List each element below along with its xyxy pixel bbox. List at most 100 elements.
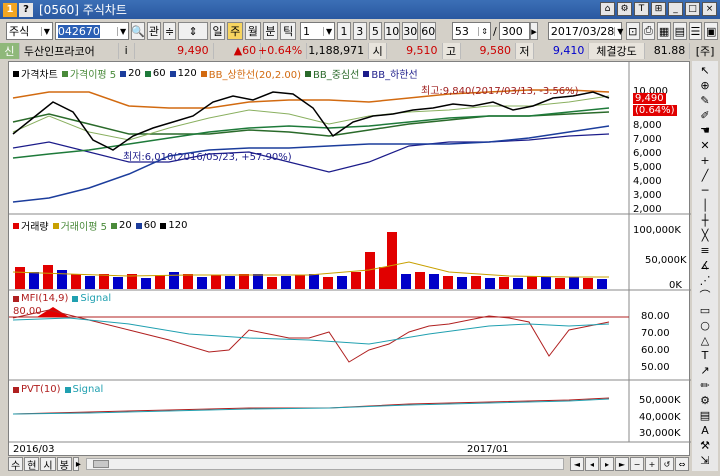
- calendar-icon[interactable]: ⊡: [625, 22, 640, 40]
- bottom-button-3[interactable]: 시: [40, 457, 56, 472]
- grid-icon[interactable]: ▦: [657, 22, 671, 40]
- period-day-tab[interactable]: 일: [209, 22, 226, 40]
- pin-icon[interactable]: ⊞: [651, 2, 666, 16]
- period-week-tab[interactable]: 주: [227, 22, 244, 40]
- table-icon[interactable]: ▤: [672, 22, 687, 40]
- magnify-icon[interactable]: ⊕: [696, 78, 714, 92]
- zoom-in-icon[interactable]: +: [645, 457, 659, 471]
- zoom-out-icon[interactable]: −: [630, 457, 644, 471]
- cursor-icon[interactable]: ↖: [696, 63, 714, 77]
- minute-30-button[interactable]: 30: [402, 22, 419, 40]
- list-icon[interactable]: ☰: [688, 22, 703, 40]
- minute-3-button[interactable]: 3: [352, 22, 367, 40]
- help-icon[interactable]: ?: [19, 2, 33, 17]
- settings-icon[interactable]: ⚙: [617, 2, 632, 16]
- scrollbar-thumb[interactable]: [92, 460, 109, 468]
- minute-1-button[interactable]: 1: [337, 22, 351, 40]
- total-count-input[interactable]: 300: [498, 22, 531, 40]
- drawing-toolbar: ↖ ⊕ ✎ ✐ ☚ ✕ + ╱ ─ │ ┼ ╳ ≡ ∡ ⋰ ⌒ ▭ ○ △ T …: [692, 61, 718, 471]
- minute-60-button[interactable]: 60: [420, 22, 437, 40]
- price-axis-label: 8,000: [633, 120, 662, 131]
- price-axis-label: 7,000: [633, 134, 662, 145]
- pvt-axis-label: 50,000K: [639, 395, 681, 406]
- next-icon[interactable]: ▸: [600, 457, 614, 471]
- market-select[interactable]: 주식 ▼: [6, 22, 53, 40]
- legend-swatch-vma60: [135, 222, 142, 229]
- ellipse-icon[interactable]: ○: [696, 318, 714, 332]
- spinner-control[interactable]: ⇕: [178, 22, 208, 40]
- bottom-bar: 수 현 시 봉 ▸ ◄ ◂ ▸ ► − + ↺ ⇔: [8, 456, 690, 472]
- volume-bars: [15, 232, 607, 289]
- print-icon[interactable]: ⎙: [641, 22, 656, 40]
- eraser-icon[interactable]: ✎: [696, 93, 714, 107]
- period-minute-tab[interactable]: 분: [262, 22, 279, 40]
- cross-line-icon[interactable]: ┼: [696, 213, 714, 227]
- period-tick-tab[interactable]: 틱: [280, 22, 296, 40]
- stock-code-input[interactable]: 042670 ▼: [54, 22, 130, 40]
- settings-icon[interactable]: ⚙: [696, 393, 714, 407]
- legend-swatch-pvt-signal: [64, 386, 71, 393]
- expand-icon[interactable]: ▸: [530, 22, 538, 40]
- chevron-down-icon: ▼: [323, 26, 332, 36]
- info-icon[interactable]: i: [119, 42, 135, 59]
- favorite-button[interactable]: 관: [147, 22, 161, 40]
- fit-icon[interactable]: ⇔: [675, 457, 689, 471]
- vline-icon[interactable]: │: [696, 198, 714, 212]
- chart-icon[interactable]: ▣: [704, 22, 719, 40]
- text-icon[interactable]: T: [696, 348, 714, 362]
- price-axis-label: 2,000: [633, 204, 662, 215]
- gann-icon[interactable]: ⋰: [696, 273, 714, 287]
- expand-icon[interactable]: ▸: [72, 457, 81, 471]
- triangle-icon[interactable]: △: [696, 333, 714, 347]
- channel-icon[interactable]: ╳: [696, 228, 714, 242]
- crosshair-icon[interactable]: +: [696, 153, 714, 167]
- info-icon[interactable]: T: [634, 2, 649, 16]
- close-button[interactable]: ×: [702, 2, 717, 16]
- maximize-button[interactable]: □: [685, 2, 700, 16]
- trend-icon[interactable]: ✐: [696, 108, 714, 122]
- volume-legend: 거래량 거래이평 5 20 60 120: [13, 218, 188, 233]
- x-axis-label: 2016/03: [13, 444, 55, 455]
- arc-icon[interactable]: ⌒: [696, 288, 714, 302]
- tool-icon[interactable]: ⚒: [696, 438, 714, 452]
- last-page-icon[interactable]: ►: [615, 457, 629, 471]
- price-legend: 가격차트 가격이평 5 20 60 120 BB_상한선(20,2.00) BB…: [13, 66, 418, 81]
- minimize-button[interactable]: _: [668, 2, 683, 16]
- hand-icon[interactable]: ☚: [696, 123, 714, 137]
- legend-swatch-vma5: [52, 222, 59, 229]
- bottom-button-4[interactable]: 봉: [56, 457, 72, 472]
- delete-icon[interactable]: ✕: [696, 138, 714, 152]
- line-icon[interactable]: ╱: [696, 168, 714, 182]
- bottom-button-2[interactable]: 현: [24, 457, 40, 472]
- period-month-tab[interactable]: 월: [245, 22, 261, 40]
- link-icon[interactable]: ⌂: [600, 2, 615, 16]
- screen-number-icon[interactable]: 1: [3, 2, 17, 17]
- auto-icon[interactable]: A: [696, 423, 714, 437]
- chart-scrollbar[interactable]: [85, 458, 564, 470]
- arrow-icon[interactable]: ↗: [696, 363, 714, 377]
- minute-10-button[interactable]: 10: [384, 22, 401, 40]
- view-count-input[interactable]: 53 ⇕: [451, 22, 491, 40]
- sort-icon[interactable]: ≑: [162, 22, 177, 40]
- hline-icon[interactable]: ─: [696, 183, 714, 197]
- fibonacci-icon[interactable]: ≡: [696, 243, 714, 257]
- bottom-button-1[interactable]: 수: [8, 457, 24, 472]
- pencil-icon[interactable]: ✏: [696, 378, 714, 392]
- fan-icon[interactable]: ∡: [696, 258, 714, 272]
- reset-icon[interactable]: ↺: [660, 457, 674, 471]
- date-select[interactable]: 2017/03/28 ▼: [547, 22, 623, 40]
- volume: 1,188,971: [307, 42, 370, 59]
- prev-icon[interactable]: ◂: [585, 457, 599, 471]
- rectangle-icon[interactable]: ▭: [696, 303, 714, 317]
- first-page-icon[interactable]: ◄: [570, 457, 584, 471]
- search-icon[interactable]: 🔍: [131, 22, 146, 40]
- minute-5-button[interactable]: 5: [368, 22, 383, 40]
- minute-select[interactable]: 1 ▼: [299, 22, 336, 40]
- quote-bar: 신 두산인프라코어 i 9,490 ▲60 +0.64% 1,188,971 시…: [0, 42, 720, 59]
- chart-area[interactable]: 가격차트 가격이평 5 20 60 120 BB_상한선(20,2.00) BB…: [8, 61, 691, 456]
- export-icon[interactable]: ⇲: [696, 453, 714, 467]
- legend-swatch-vma120: [160, 222, 167, 229]
- mfi-level-label: 80.00: [13, 306, 42, 317]
- toolbar-primary: 주식 ▼ 042670 ▼ 🔍 관 ≑ ⇕ 일 주 월 분 틱 1 ▼ 1 3 5 1…: [0, 20, 720, 42]
- period-icon[interactable]: ▤: [696, 408, 714, 422]
